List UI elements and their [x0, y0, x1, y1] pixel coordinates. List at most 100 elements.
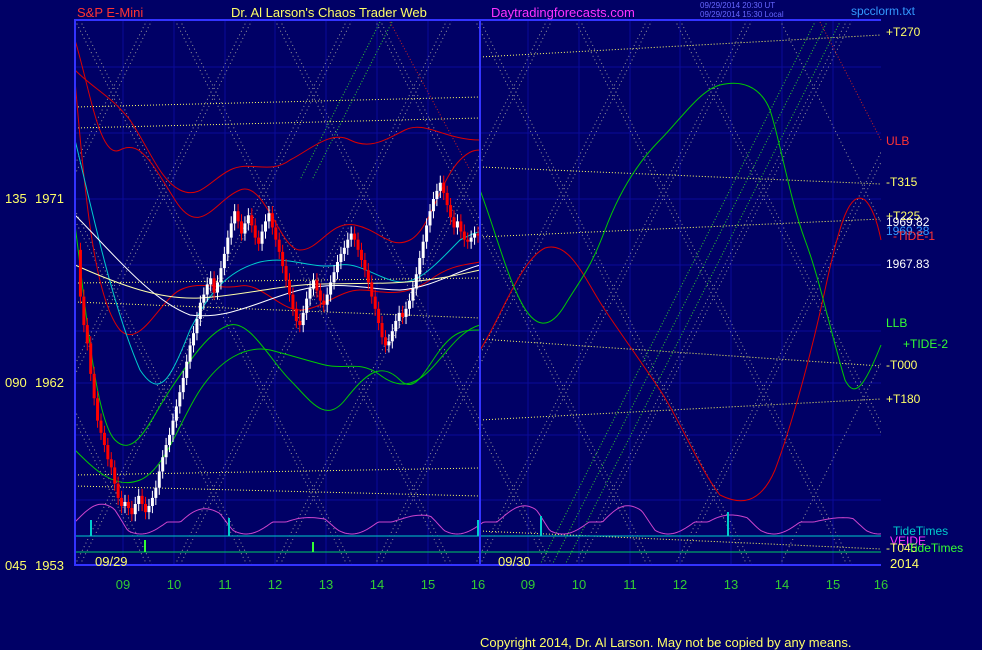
candle-body: [363, 260, 367, 271]
candle-body: [353, 233, 357, 240]
label-plus-t180: +T180: [886, 392, 921, 406]
candle-body: [438, 182, 442, 191]
y-label-low-right: 1953: [35, 558, 64, 573]
candle-body: [202, 294, 206, 303]
candle-body: [243, 223, 247, 234]
candle-body: [322, 300, 326, 305]
candle-body: [96, 398, 100, 421]
site-link[interactable]: Daytradingforecasts.com: [491, 5, 635, 20]
candle-body: [308, 288, 312, 299]
candle-body: [466, 239, 470, 242]
candle-body: [435, 190, 439, 199]
candle-body: [154, 487, 158, 498]
candle-body: [332, 272, 336, 283]
candle-body: [270, 213, 274, 228]
x-tick-label: 12: [673, 577, 687, 592]
y-label-upper-left: 135: [5, 191, 27, 206]
candle-body: [284, 266, 288, 281]
timestamp-ut: 09/29/2014 20:30 UT: [700, 1, 775, 10]
y-label-low-left: 045: [5, 558, 27, 573]
candle-body: [462, 231, 466, 240]
label-tide-times-green: TideTimes: [908, 541, 963, 555]
candle-body: [318, 290, 322, 301]
x-tick-label: 11: [623, 577, 637, 592]
candle-body: [99, 420, 103, 433]
candle-body: [102, 432, 106, 446]
candle-body: [140, 495, 144, 504]
candle-body: [212, 278, 216, 293]
candle-body: [174, 406, 178, 421]
chart-title: Dr. Al Larson's Chaos Trader Web: [231, 5, 427, 20]
x-tick-label: 09: [521, 577, 535, 592]
candle-body: [397, 312, 401, 321]
candle-body: [359, 249, 363, 260]
candle-body: [164, 445, 168, 458]
candle-body: [226, 237, 230, 254]
candle-body: [216, 282, 220, 293]
candle-body: [250, 215, 254, 226]
x-tick-label: 13: [319, 577, 333, 592]
candle-body: [373, 296, 377, 309]
x-tick-label: 16: [874, 577, 888, 592]
candle-body: [301, 312, 305, 326]
candle-body: [126, 501, 130, 509]
candle-body: [161, 457, 165, 472]
candle-body: [123, 501, 127, 507]
candle-body: [219, 268, 223, 283]
candle-body: [473, 233, 477, 238]
candle-body: [442, 182, 446, 193]
candle-body: [260, 231, 264, 244]
x-tick-label: 12: [268, 577, 282, 592]
year-label: 2014: [890, 556, 919, 571]
candle-body: [411, 288, 415, 301]
candle-body: [407, 300, 411, 309]
date-label-0929: 09/29: [95, 554, 128, 569]
candle-body: [291, 294, 295, 309]
y-label-mid-left: 090: [5, 375, 27, 390]
candle-body: [116, 483, 120, 498]
x-tick-label: 13: [724, 577, 738, 592]
x-tick-label: 10: [167, 577, 181, 592]
candle-body: [431, 199, 435, 212]
candle-body: [85, 325, 89, 344]
candle-body: [92, 373, 96, 399]
candle-body: [192, 333, 196, 346]
x-tick-label: 10: [572, 577, 586, 592]
candle-body: [315, 280, 319, 291]
candle-body: [335, 262, 339, 273]
candle-body: [445, 192, 449, 206]
candle-body: [274, 227, 278, 240]
candle-body: [253, 225, 257, 238]
candle-body: [377, 308, 381, 324]
candle-body: [383, 337, 387, 346]
candle-body: [257, 237, 261, 244]
candle-body: [150, 497, 154, 507]
candle-body: [305, 298, 309, 313]
label-ulb: ULB: [886, 134, 909, 148]
instrument-label: S&P E-Mini: [77, 5, 143, 20]
candle-body: [89, 343, 93, 374]
candle-body: [178, 392, 182, 407]
candle-body: [106, 445, 110, 460]
candle-body: [229, 223, 233, 238]
candle-body: [281, 251, 285, 267]
candle-body: [311, 280, 315, 289]
candle-body: [198, 302, 202, 319]
candle-body: [421, 241, 425, 258]
candle-body: [185, 361, 189, 378]
timestamp-local: 09/29/2014 15:30 Local: [700, 10, 784, 19]
candle-body: [287, 280, 291, 295]
x-tick-label: 14: [370, 577, 384, 592]
x-tick-label: 14: [775, 577, 789, 592]
candle-body: [404, 308, 408, 317]
candle-body: [325, 294, 329, 305]
candle-body: [394, 321, 398, 332]
label-plus-t270: +T270: [886, 25, 921, 39]
candle-body: [144, 504, 148, 513]
candle-body: [233, 211, 237, 224]
candle-body: [339, 253, 343, 263]
candle-body: [349, 233, 353, 240]
chaos-trader-chart: S&P E-Mini Dr. Al Larson's Chaos Trader …: [0, 0, 982, 650]
candle-body: [157, 471, 161, 488]
label-minus-t315: -T315: [886, 175, 918, 189]
